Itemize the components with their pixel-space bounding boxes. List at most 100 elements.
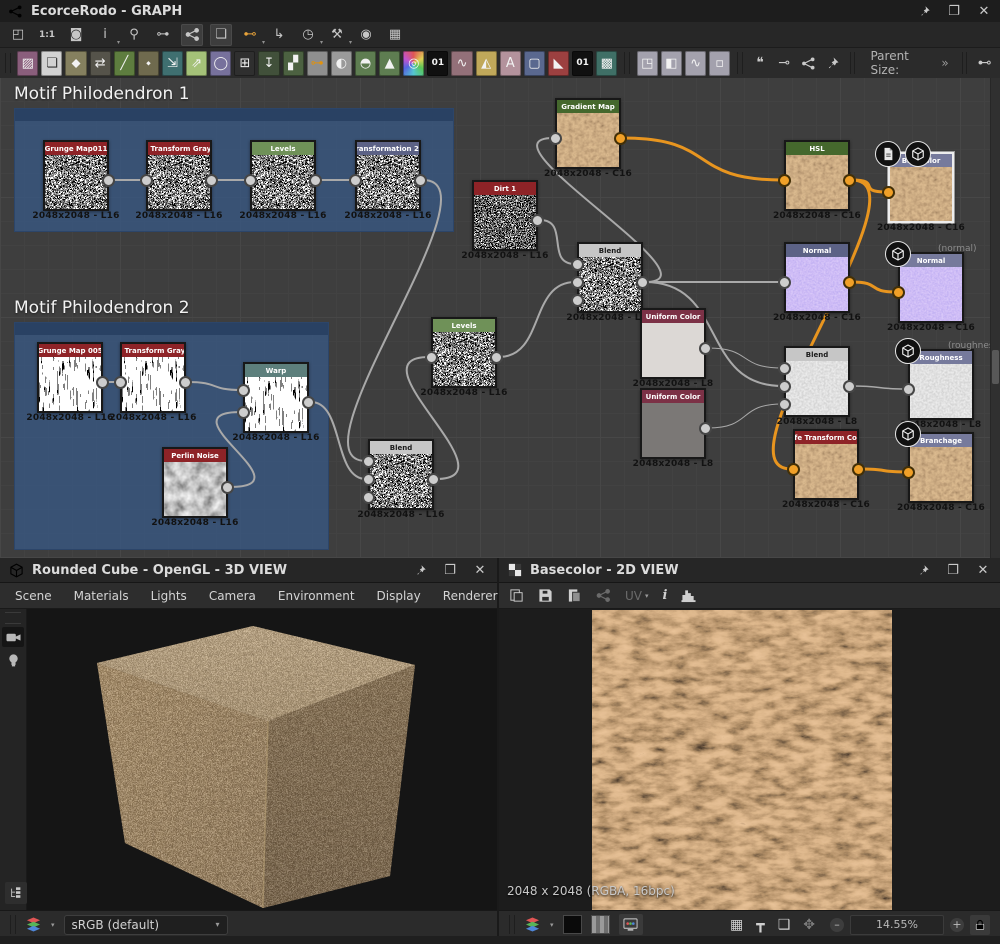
statusbar-grip[interactable] [10,915,16,934]
cube-usage-icon[interactable] [895,421,921,447]
background-color-swatch[interactable] [563,915,582,934]
node-sg1[interactable]: Safe Transform Graysc...2048x2048 - L16 [146,140,212,211]
svg-01-icon[interactable]: 01 [572,51,593,76]
cube-usage-icon[interactable] [905,141,931,167]
node-sg2[interactable]: Safe Transform Graysc...2048x2048 - L16 [120,342,186,413]
mirror-icon[interactable]: ◭ [476,51,497,76]
histogram-icon[interactable] [681,588,696,603]
wire-gmap-hsl[interactable] [623,138,782,180]
wire-hsl-outBC[interactable] [852,180,886,192]
graph-view-icon[interactable] [181,24,203,46]
sharpen-icon[interactable]: ⬩ [138,51,159,76]
menu-camera[interactable]: Camera [198,589,267,603]
fit-view-icon[interactable]: ❑ [778,917,791,933]
curve-fx-icon[interactable]: ∿ [685,51,706,76]
output-connector[interactable] [531,214,544,227]
info-icon[interactable]: i [663,588,668,603]
link-dot-icon[interactable]: ⊸ [774,51,795,76]
gradient-map-icon[interactable]: ▞ [283,51,304,76]
input-connector[interactable] [787,463,800,476]
input-connector[interactable] [778,362,791,375]
viewport-3d[interactable] [0,609,497,910]
input-connector[interactable] [778,398,791,411]
output-connector[interactable] [843,380,856,393]
input-connector[interactable] [571,258,584,271]
rgb-display-icon[interactable] [619,914,643,935]
output-connector[interactable] [614,132,627,145]
output-connector[interactable] [179,376,192,389]
node-lv2[interactable]: Levels2048x2048 - L16 [431,317,497,388]
output-connector[interactable] [309,174,322,187]
shape-icon[interactable]: ◯ [210,51,231,76]
node-dirt[interactable]: Dirt 12048x2048 - L16 [472,180,538,251]
node-hsl[interactable]: HSL2048x2048 - C16 [784,140,850,211]
node-gmap[interactable]: Gradient Map2048x2048 - C16 [555,98,621,169]
node-outN[interactable]: Normal2048x2048 - C16(normal) [898,252,964,323]
node-uni1[interactable]: Uniform Color2048x2048 - L8 [640,308,706,379]
output-connector[interactable] [699,342,712,355]
export-file-icon[interactable] [875,141,901,167]
transform-2d-icon[interactable]: ⇲ [162,51,183,76]
bitmap-01-icon[interactable]: 01 [427,51,448,76]
output-connector[interactable] [636,276,649,289]
paste-image-icon[interactable] [567,588,582,603]
output-connector[interactable] [843,276,856,289]
menu-lights[interactable]: Lights [140,589,198,603]
color-layers-icon[interactable] [25,917,42,932]
frame-titlebar[interactable] [15,109,453,121]
zoom-out-button[interactable]: – [830,918,844,932]
shatter-icon[interactable]: ▩ [596,51,617,76]
lock-zoom-icon[interactable] [970,915,990,935]
input-connector[interactable] [237,406,250,419]
colorspace-select[interactable]: sRGB (default) ▾ [64,915,228,935]
menu-scene[interactable]: Scene [4,589,63,603]
tile-display-icon[interactable]: ▦ [730,917,743,933]
chain-link-icon[interactable]: ⊶ [307,51,328,76]
node-perlin[interactable]: Perlin Noise2048x2048 - L16 [162,447,228,518]
frame-titlebar[interactable] [15,323,328,335]
camera-mode-icon[interactable] [2,627,24,647]
blur-icon[interactable]: ⬥ [65,51,86,76]
light-mode-icon[interactable] [2,650,24,670]
node-outBC[interactable]: Basecolor2048x2048 - C16 [888,152,954,223]
save-image-icon[interactable] [538,588,553,603]
timer-icon[interactable]: ◷▾ [297,24,319,46]
pin-icon[interactable] [916,3,932,19]
frame-all-icon[interactable]: ▦ [384,24,406,46]
close-icon[interactable]: ✕ [975,562,991,578]
comment-icon[interactable]: ❝ [750,51,771,76]
spline-icon[interactable]: ∿ [451,51,472,76]
histogram-scan-icon[interactable]: ▲ [379,51,400,76]
marquee-select-icon[interactable]: ◰ [7,24,29,46]
output-connector[interactable] [96,376,109,389]
input-connector[interactable] [571,276,584,289]
scrollbar-thumb[interactable] [992,350,999,384]
pin-icon[interactable] [412,562,428,578]
wire-stc-outBr[interactable] [861,469,906,472]
input-connector[interactable] [349,174,362,187]
cube-usage-icon[interactable] [885,241,911,267]
crop-icon[interactable]: ▢ [524,51,545,76]
search-icon[interactable]: ⚲ [123,24,145,46]
tile-sampler-icon[interactable]: ⊞ [234,51,255,76]
menu-environment[interactable]: Environment [267,589,366,603]
rendered-cube[interactable] [0,609,497,910]
pin-node-icon[interactable] [822,51,843,76]
input-connector[interactable] [362,455,375,468]
active-link-icon[interactable]: ⊷▾ [239,24,261,46]
input-connector[interactable] [244,174,257,187]
input-connector[interactable] [549,132,562,145]
restore-icon[interactable]: ❐ [442,562,458,578]
input-connector[interactable] [425,351,438,364]
input-connector[interactable] [237,384,250,397]
restore-icon[interactable]: ❐ [946,3,962,19]
texture-basecolor[interactable] [592,610,892,910]
pan-view-icon[interactable]: ✥ [803,917,815,933]
pin-icon[interactable] [915,562,931,578]
hsl-icon[interactable]: ◎ [403,51,424,76]
gradient-axial-icon[interactable]: ◧ [661,51,682,76]
blend-icon[interactable]: ❏ [41,51,62,76]
input-connector[interactable] [882,186,895,199]
output-connector[interactable] [852,463,865,476]
close-icon[interactable]: ✕ [472,562,488,578]
